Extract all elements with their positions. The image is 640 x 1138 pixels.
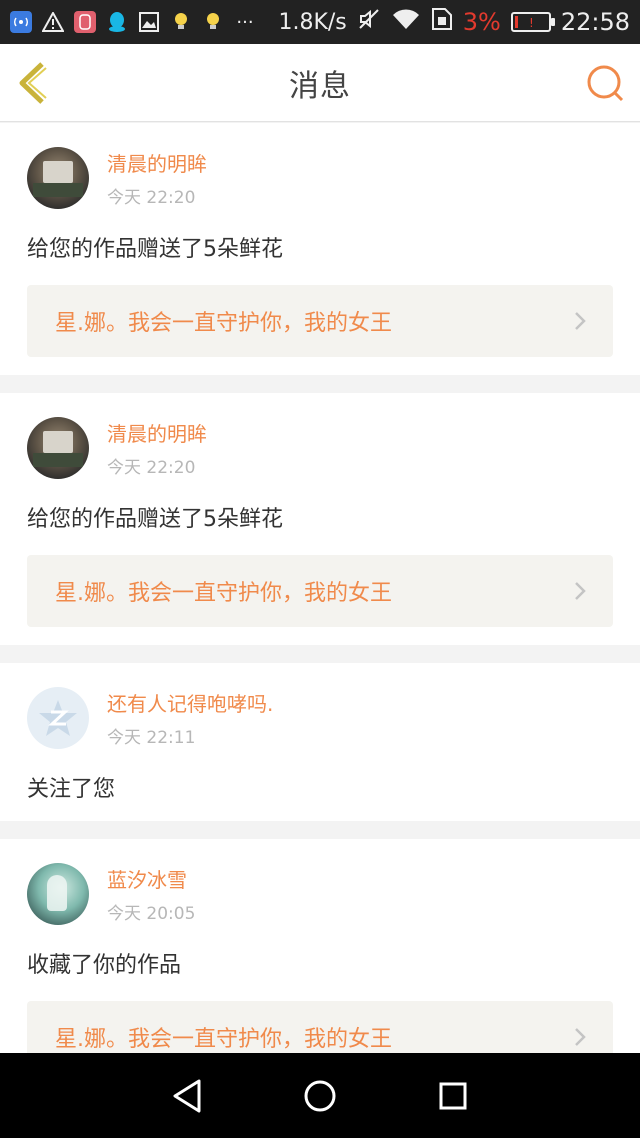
chevron-right-icon xyxy=(575,312,586,330)
battery-percent: 3% xyxy=(462,8,501,36)
image-icon xyxy=(138,11,160,33)
work-link[interactable]: 星.娜。我会一直守护你，我的女王 xyxy=(27,555,613,627)
work-link[interactable]: 星.娜。我会一直守护你，我的女王 xyxy=(27,285,613,357)
recents-square-icon xyxy=(439,1082,467,1109)
username[interactable]: 蓝汐冰雪 xyxy=(107,864,195,893)
bulb-icon xyxy=(170,11,192,33)
chevron-right-icon xyxy=(575,582,586,600)
back-triangle-icon xyxy=(173,1079,201,1112)
message-card[interactable]: 清晨的明眸 今天 22:20 给您的作品赠送了5朵鲜花 星.娜。我会一直守护你，… xyxy=(0,393,640,645)
net-speed: 1.8K/s xyxy=(278,9,347,35)
page-title: 消息 xyxy=(289,68,351,104)
system-nav-bar xyxy=(0,1053,640,1138)
status-bar: ··· 1.8K/s 3% ! 22:58 xyxy=(0,0,640,44)
work-title: 星.娜。我会一直守护你，我的女王 xyxy=(55,581,392,606)
action-text: 给您的作品赠送了5朵鲜花 xyxy=(27,507,283,532)
chevron-left-icon xyxy=(19,62,47,104)
app-icon xyxy=(74,11,96,33)
wifi-icon xyxy=(391,7,421,37)
home-circle-icon xyxy=(304,1080,336,1111)
timestamp: 今天 22:20 xyxy=(107,188,196,208)
wifi-hotspot-icon xyxy=(10,11,32,33)
nav-back-button[interactable] xyxy=(167,1076,207,1116)
action-text: 收藏了你的作品 xyxy=(27,953,182,978)
default-avatar-icon xyxy=(39,700,77,736)
work-title: 星.娜。我会一直守护你，我的女王 xyxy=(55,1027,392,1052)
message-card[interactable]: 清晨的明眸 今天 22:20 给您的作品赠送了5朵鲜花 星.娜。我会一直守护你，… xyxy=(0,123,640,375)
timestamp: 今天 22:20 xyxy=(107,458,196,478)
avatar[interactable] xyxy=(27,147,89,209)
action-text: 关注了您 xyxy=(27,777,116,802)
username[interactable]: 清晨的明眸 xyxy=(107,418,207,447)
search-icon xyxy=(587,65,624,102)
username[interactable]: 还有人记得咆哮吗. xyxy=(107,688,273,717)
sim-icon xyxy=(431,7,453,37)
nav-recents-button[interactable] xyxy=(433,1076,473,1116)
action-text: 给您的作品赠送了5朵鲜花 xyxy=(27,237,283,262)
svg-text:!: ! xyxy=(529,16,534,30)
header: 消息 xyxy=(0,44,640,122)
warning-icon xyxy=(42,11,64,33)
avatar[interactable] xyxy=(27,417,89,479)
qq-icon xyxy=(106,11,128,33)
message-card[interactable]: 还有人记得咆哮吗. 今天 22:11 关注了您 xyxy=(0,663,640,821)
work-link[interactable]: 星.娜。我会一直守护你，我的女王 xyxy=(27,1001,613,1053)
back-button[interactable] xyxy=(14,60,54,106)
more-dots-icon: ··· xyxy=(236,11,254,33)
timestamp: 今天 20:05 xyxy=(107,904,196,924)
mute-icon xyxy=(357,7,381,37)
avatar[interactable] xyxy=(27,863,89,925)
clock: 22:58 xyxy=(560,8,630,36)
nav-home-button[interactable] xyxy=(300,1076,340,1116)
timestamp: 今天 22:11 xyxy=(107,728,196,748)
avatar[interactable] xyxy=(27,687,89,749)
bulb-icon xyxy=(202,11,224,33)
work-title: 星.娜。我会一直守护你，我的女王 xyxy=(55,311,392,336)
search-button[interactable] xyxy=(584,62,626,104)
message-card[interactable]: 蓝汐冰雪 今天 20:05 收藏了你的作品 星.娜。我会一直守护你，我的女王 xyxy=(0,839,640,1053)
message-list[interactable]: 清晨的明眸 今天 22:20 给您的作品赠送了5朵鲜花 星.娜。我会一直守护你，… xyxy=(0,123,640,1053)
chevron-right-icon xyxy=(575,1028,586,1046)
battery-icon: ! xyxy=(510,12,555,32)
username[interactable]: 清晨的明眸 xyxy=(107,148,207,177)
